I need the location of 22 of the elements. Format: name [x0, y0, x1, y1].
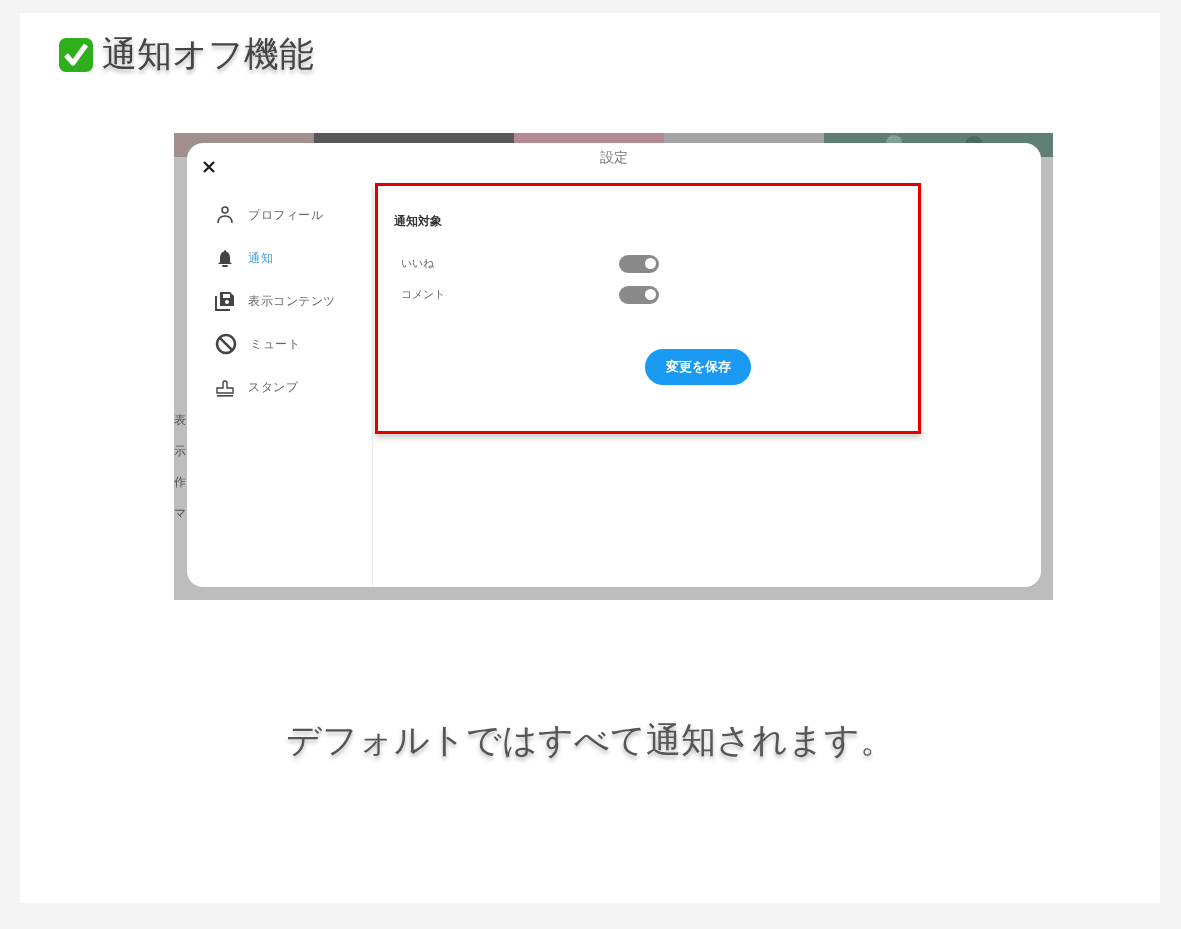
caption: デフォルトではすべて通知されます。 — [285, 719, 895, 762]
close-button[interactable] — [203, 161, 215, 173]
toggle-label: いいね — [401, 256, 435, 271]
sidebar-item[interactable]: プロフィール — [187, 203, 372, 227]
background-text: 作 — [174, 474, 187, 491]
background-text: 表 — [174, 412, 187, 429]
background-text: マ — [174, 505, 187, 522]
checkmark-icon — [58, 36, 94, 73]
page-heading: 通知オフ機能 — [102, 33, 314, 76]
prohibited-icon — [215, 333, 237, 355]
sidebar-item[interactable]: 表示コンテンツ — [187, 289, 372, 313]
section-title: 通知対象 — [394, 213, 443, 230]
toggle-label: コメント — [401, 287, 446, 302]
dialog-title: 設定 — [600, 149, 628, 167]
toggle-switch[interactable] — [619, 254, 659, 273]
person-icon — [215, 205, 235, 225]
sidebar-item[interactable]: 通知 — [187, 246, 372, 270]
sidebar-item[interactable]: スタンプ — [187, 375, 372, 399]
sidebar-item[interactable]: ミュート — [187, 332, 372, 356]
floppy-disk-icon — [215, 291, 235, 311]
toggle-switch[interactable] — [619, 285, 659, 304]
background-text: 示 — [174, 443, 187, 460]
